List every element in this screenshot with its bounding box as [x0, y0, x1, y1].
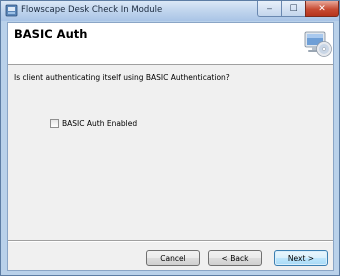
footer-divider	[8, 240, 333, 242]
auth-question-text: Is client authenticating itself using BA…	[14, 73, 230, 82]
computer-disc-icon	[304, 31, 332, 57]
dialog-client-area: BASIC Auth Is client authenticating itse…	[7, 22, 334, 271]
maximize-button[interactable]: ☐	[281, 1, 305, 17]
basic-auth-checkbox-label[interactable]: BASIC Auth Enabled	[62, 119, 137, 128]
page-title: BASIC Auth	[14, 27, 88, 41]
minimize-button[interactable]: ‒	[257, 1, 281, 17]
title-bar[interactable]: Flowscape Desk Check In Module ‒ ☐ ✕	[1, 1, 339, 21]
minimize-icon: ‒	[266, 3, 273, 14]
window-title: Flowscape Desk Check In Module	[21, 5, 163, 15]
installer-window: Flowscape Desk Check In Module ‒ ☐ ✕ BAS…	[0, 0, 340, 276]
installer-app-icon	[5, 4, 18, 17]
back-button[interactable]: < Back	[208, 250, 262, 266]
cancel-button[interactable]: Cancel	[146, 250, 200, 266]
close-icon: ✕	[318, 3, 326, 14]
close-button[interactable]: ✕	[305, 1, 339, 17]
maximize-icon: ☐	[289, 3, 298, 14]
basic-auth-checkbox[interactable]	[50, 118, 59, 128]
basic-auth-option[interactable]: BASIC Auth Enabled	[50, 117, 137, 129]
dialog-header: BASIC Auth	[8, 23, 333, 65]
next-button[interactable]: Next >	[274, 250, 328, 266]
